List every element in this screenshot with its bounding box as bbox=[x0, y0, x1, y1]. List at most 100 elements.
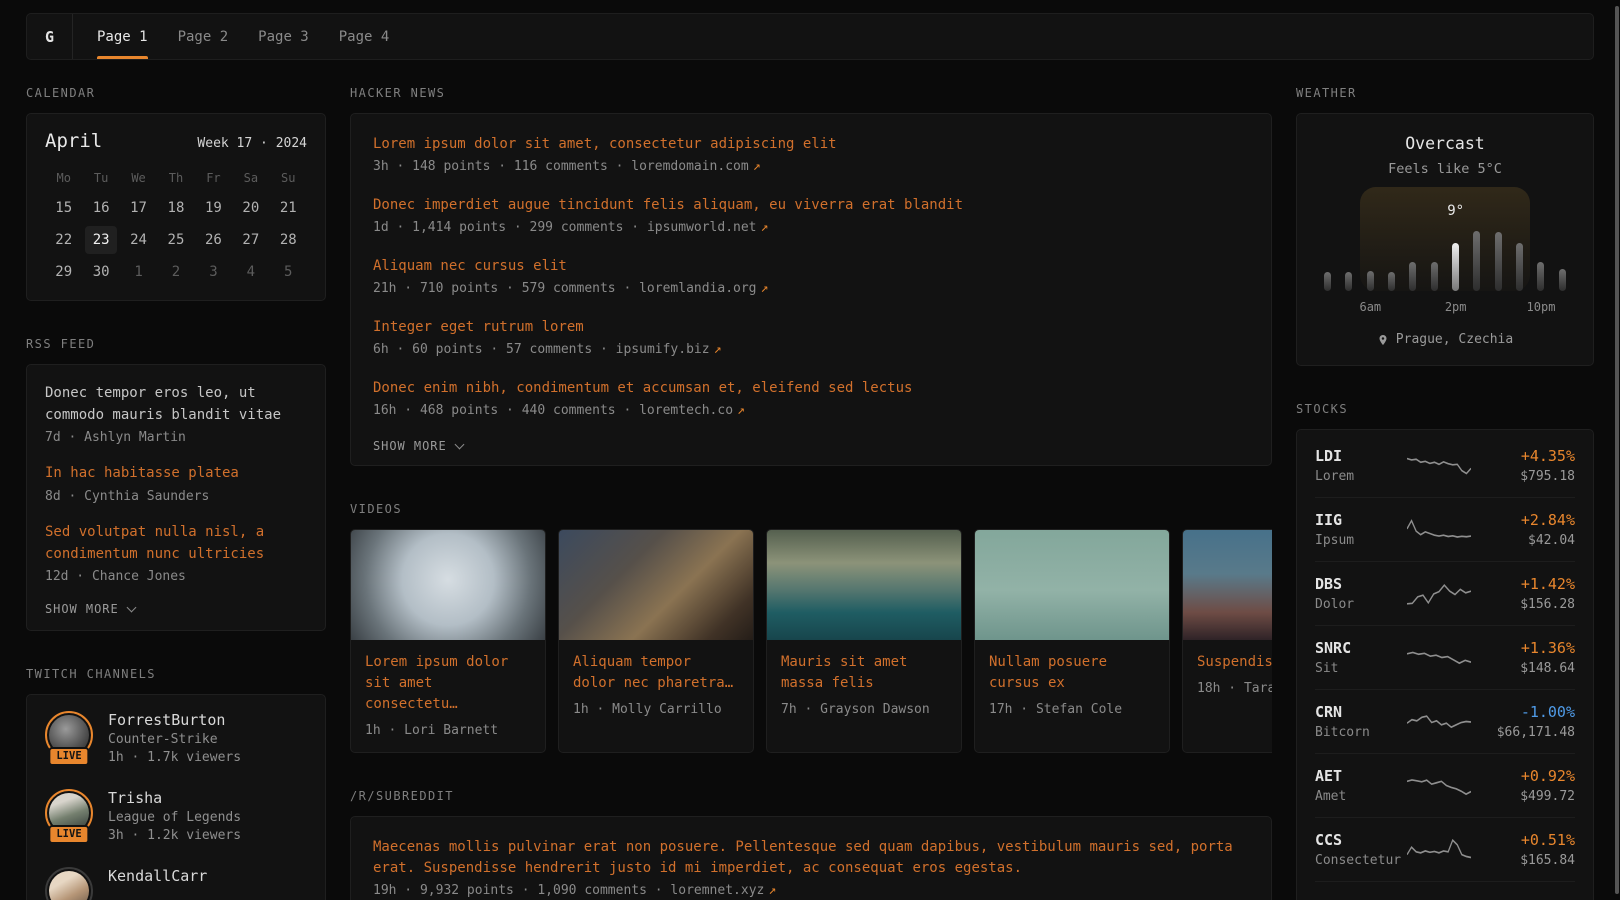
rss-item-link[interactable]: Donec tempor eros leo, ut commodo mauris… bbox=[45, 383, 307, 426]
tab-page-2[interactable]: Page 2 bbox=[178, 14, 229, 59]
tab-page-1[interactable]: Page 1 bbox=[97, 14, 148, 59]
stocks-section: STOCKS LDILorem +4.35%$795.18 IIGIpsum +… bbox=[1296, 402, 1594, 900]
video-meta: 1h · Lori Barnett bbox=[365, 723, 531, 738]
hn-show-more-button[interactable]: SHOW MORE bbox=[373, 439, 463, 453]
hn-item-meta: 21h · 710 points · 579 comments · loreml… bbox=[373, 281, 1249, 296]
video-title-link[interactable]: Nullam posuere cursus ex bbox=[989, 652, 1155, 694]
video-card[interactable]: Aliquam tempor dolor nec pharetra… 1h · … bbox=[558, 529, 754, 753]
dashboard-page: G Page 1 Page 2 Page 3 Page 4 CALENDAR A… bbox=[0, 0, 1620, 900]
subreddit-card: Maecenas mollis pulvinar erat non posuer… bbox=[350, 816, 1272, 900]
rss-item-link[interactable]: Sed volutpat nulla nisl, a condimentum n… bbox=[45, 522, 307, 565]
stock-sparkline bbox=[1403, 643, 1475, 673]
calendar-day: 15 bbox=[48, 194, 80, 222]
calendar-day: 3 bbox=[197, 258, 229, 286]
stock-row-snrc: SNRCSit +1.36%$148.64 bbox=[1315, 625, 1575, 689]
hn-item-meta: 6h · 60 points · 57 comments · ipsumify.… bbox=[373, 342, 1249, 357]
stock-row-iig: IIGIpsum +2.84%$42.04 bbox=[1315, 497, 1575, 561]
calendar-dow: Fr bbox=[206, 166, 220, 190]
time-label: 6am bbox=[1359, 300, 1381, 314]
hn-item-domain: loremdomain.com bbox=[631, 159, 748, 174]
tab-page-4[interactable]: Page 4 bbox=[339, 14, 390, 59]
external-link-icon: ↗ bbox=[753, 159, 761, 174]
video-card[interactable]: Suspendisse diam 18h · Tara bbox=[1182, 529, 1272, 753]
chevron-down-icon bbox=[126, 602, 136, 612]
hn-item-link[interactable]: Integer eget rutrum lorem bbox=[373, 317, 1249, 338]
external-link-icon: ↗ bbox=[714, 342, 722, 357]
calendar-day: 19 bbox=[197, 194, 229, 222]
videos-section: VIDEOS Lorem ipsum dolor sit amet consec… bbox=[350, 502, 1272, 753]
hn-item: Aliquam nec cursus elit 21h · 710 points… bbox=[373, 256, 1249, 296]
stock-sparkline bbox=[1403, 835, 1475, 865]
twitch-channel-kendallcarr[interactable]: KendallCarr bbox=[45, 867, 307, 900]
calendar-day: 4 bbox=[235, 258, 267, 286]
rss-show-more-button[interactable]: SHOW MORE bbox=[45, 602, 135, 616]
left-column: CALENDAR April Week 17 · 2024 Mo Tu We T… bbox=[26, 86, 326, 900]
video-meta: 7h · Grayson Dawson bbox=[781, 702, 947, 717]
hn-item: Integer eget rutrum lorem 6h · 60 points… bbox=[373, 317, 1249, 357]
avatar bbox=[45, 867, 93, 900]
video-carousel: Lorem ipsum dolor sit amet consectetu… 1… bbox=[350, 529, 1272, 753]
weather-condition: Overcast bbox=[1315, 134, 1575, 153]
stock-change: +2.84% bbox=[1475, 511, 1575, 529]
current-temperature: 9° bbox=[1447, 203, 1464, 219]
hn-item-meta: 3h · 148 points · 116 comments · loremdo… bbox=[373, 159, 1249, 174]
hn-item-link[interactable]: Lorem ipsum dolor sit amet, consectetur … bbox=[373, 134, 1249, 155]
calendar-day: 2 bbox=[160, 258, 192, 286]
hn-item-link[interactable]: Donec imperdiet augue tincidunt felis al… bbox=[373, 195, 1249, 216]
stock-sparkline bbox=[1403, 707, 1475, 737]
stock-price: $156.28 bbox=[1475, 597, 1575, 612]
stock-name: Ipsum bbox=[1315, 533, 1403, 548]
calendar-dow: Sa bbox=[244, 166, 258, 190]
video-card[interactable]: Nullam posuere cursus ex 17h · Stefan Co… bbox=[974, 529, 1170, 753]
rss-item: In hac habitasse platea 8d · Cynthia Sau… bbox=[45, 463, 307, 504]
twitch-channel-trisha[interactable]: LIVE Trisha League of Legends 3h · 1.2k … bbox=[45, 789, 307, 843]
video-card[interactable]: Mauris sit amet massa felis 7h · Grayson… bbox=[766, 529, 962, 753]
video-thumbnail bbox=[1183, 530, 1272, 640]
channel-meta: 3h · 1.2k viewers bbox=[108, 828, 241, 843]
stock-sparkline bbox=[1403, 579, 1475, 609]
stock-price: $499.72 bbox=[1475, 789, 1575, 804]
subreddit-post-link[interactable]: Maecenas mollis pulvinar erat non posuer… bbox=[373, 837, 1249, 879]
twitch-channels-card: LIVE ForrestBurton Counter-Strike 1h · 1… bbox=[26, 694, 326, 900]
channel-category: League of Legends bbox=[108, 810, 241, 825]
stock-ticker: LDI bbox=[1315, 447, 1403, 465]
main-column: HACKER NEWS Lorem ipsum dolor sit amet, … bbox=[350, 86, 1272, 900]
tab-page-3[interactable]: Page 3 bbox=[258, 14, 309, 59]
app-logo[interactable]: G bbox=[27, 14, 73, 59]
calendar-day: 30 bbox=[85, 258, 117, 286]
stock-row-ldi: LDILorem +4.35%$795.18 bbox=[1315, 434, 1575, 497]
calendar-day: 21 bbox=[272, 194, 304, 222]
stock-ticker: SNRC bbox=[1315, 639, 1403, 657]
hn-item: Donec imperdiet augue tincidunt felis al… bbox=[373, 195, 1249, 235]
hn-item-meta: 16h · 468 points · 440 comments · loremt… bbox=[373, 403, 1249, 418]
stock-price: $66,171.48 bbox=[1475, 725, 1575, 740]
external-link-icon: ↗ bbox=[761, 281, 769, 296]
time-label: 2pm bbox=[1445, 300, 1467, 314]
hn-item-link[interactable]: Aliquam nec cursus elit bbox=[373, 256, 1249, 277]
twitch-channel-forrestburton[interactable]: LIVE ForrestBurton Counter-Strike 1h · 1… bbox=[45, 711, 307, 765]
video-title-link[interactable]: Aliquam tempor dolor nec pharetra… bbox=[573, 652, 739, 694]
video-title-link[interactable]: Suspendisse diam bbox=[1197, 652, 1272, 673]
video-title-link[interactable]: Mauris sit amet massa felis bbox=[781, 652, 947, 694]
stock-change: +4.35% bbox=[1475, 447, 1575, 465]
rss-item-link[interactable]: In hac habitasse platea bbox=[45, 463, 307, 485]
stock-sparkline bbox=[1403, 515, 1475, 545]
hn-item: Lorem ipsum dolor sit amet, consectetur … bbox=[373, 134, 1249, 174]
video-title-link[interactable]: Lorem ipsum dolor sit amet consectetu… bbox=[365, 652, 531, 715]
hn-item-link[interactable]: Donec enim nibh, condimentum et accumsan… bbox=[373, 378, 1249, 399]
weather-widget: Overcast Feels like 5°C 9° 6am 2pm 10pm bbox=[1296, 113, 1594, 366]
calendar-day: 5 bbox=[272, 258, 304, 286]
hn-item-domain: loremlandia.org bbox=[639, 281, 756, 296]
subreddit-post: Maecenas mollis pulvinar erat non posuer… bbox=[373, 837, 1249, 898]
stock-row-crn: CRNBitcorn -1.00%$66,171.48 bbox=[1315, 689, 1575, 753]
page-scrollbar[interactable] bbox=[1615, 6, 1619, 894]
chevron-down-icon bbox=[454, 439, 464, 449]
stock-ticker: CCS bbox=[1315, 831, 1403, 849]
stocks-card: LDILorem +4.35%$795.18 IIGIpsum +2.84%$4… bbox=[1296, 429, 1594, 900]
stock-row-dbs: DBSDolor +1.42%$156.28 bbox=[1315, 561, 1575, 625]
hn-item-domain: loremtech.co bbox=[639, 403, 733, 418]
video-card[interactable]: Lorem ipsum dolor sit amet consectetu… 1… bbox=[350, 529, 546, 753]
weather-hourly-chart: 9° bbox=[1317, 187, 1573, 291]
page-tabs: Page 1 Page 2 Page 3 Page 4 bbox=[73, 14, 389, 59]
twitch-section: TWITCH CHANNELS LIVE ForrestBurton Count… bbox=[26, 667, 326, 900]
